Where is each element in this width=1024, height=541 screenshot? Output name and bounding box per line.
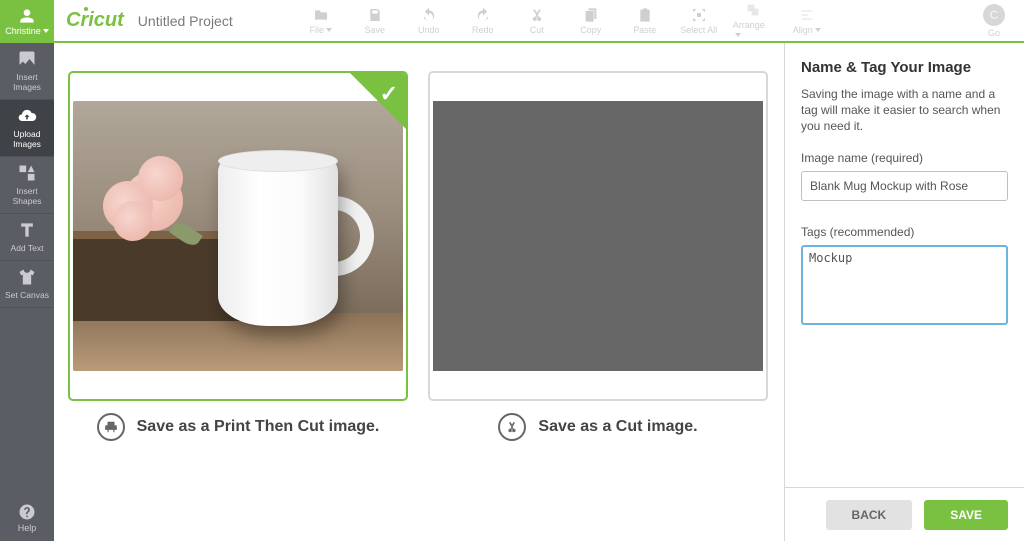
- tb-file[interactable]: File: [301, 7, 341, 35]
- folder-icon: [312, 7, 330, 23]
- undo-icon: [420, 7, 438, 23]
- go-badge-icon: C: [983, 4, 1005, 26]
- copy-icon: [582, 7, 600, 23]
- card-cut-image[interactable]: [428, 71, 768, 401]
- name-tag-panel: Name & Tag Your Image Saving the image w…: [784, 43, 1024, 541]
- sidebar-item-add-text[interactable]: Add Text: [0, 214, 54, 261]
- sidebar-item-upload-images[interactable]: Upload Images: [0, 100, 54, 157]
- card-caption-print: Save as a Print Then Cut image.: [137, 418, 380, 436]
- tb-go[interactable]: C Go: [974, 4, 1014, 38]
- user-name: Christine: [5, 26, 49, 36]
- shapes-icon: [17, 163, 37, 183]
- save-button[interactable]: SAVE: [924, 500, 1008, 530]
- cut-icon: [528, 7, 546, 23]
- sidebar-label: Insert Shapes: [13, 186, 42, 206]
- help-label: Help: [18, 523, 37, 533]
- sidebar-help[interactable]: Help: [0, 503, 54, 541]
- cloud-upload-icon: [17, 106, 37, 126]
- save-disk-icon: [366, 7, 384, 23]
- tb-undo[interactable]: Undo: [409, 7, 449, 35]
- brand-logo: Cricut: [66, 9, 124, 32]
- sidebar-label: Add Text: [11, 243, 44, 253]
- printer-icon: [97, 413, 125, 441]
- sidebar: Christine Insert Images Upload Images In…: [0, 0, 54, 541]
- tb-copy[interactable]: Copy: [571, 7, 611, 35]
- cut-silhouette-preview: [433, 101, 763, 371]
- panel-hint: Saving the image with a name and a tag w…: [801, 86, 1008, 135]
- topbar: Cricut Untitled Project File Save Undo R…: [54, 0, 1024, 43]
- tags-input[interactable]: [801, 245, 1008, 325]
- redo-icon: [474, 7, 492, 23]
- image-name-input[interactable]: [801, 171, 1008, 201]
- sidebar-label: Insert Images: [13, 72, 41, 92]
- tshirt-icon: [17, 267, 37, 287]
- sidebar-item-set-canvas[interactable]: Set Canvas: [0, 261, 54, 308]
- image-icon: [17, 49, 37, 69]
- card-print-then-cut[interactable]: ✓: [68, 71, 408, 401]
- sidebar-item-insert-images[interactable]: Insert Images: [0, 43, 54, 100]
- image-type-chooser: ✓ Save as a Print Then Cut image.: [54, 43, 784, 541]
- check-icon: ✓: [380, 81, 398, 107]
- sidebar-item-insert-shapes[interactable]: Insert Shapes: [0, 157, 54, 214]
- user-icon: [19, 8, 35, 24]
- sidebar-label: Upload Images: [13, 129, 41, 149]
- project-title: Untitled Project: [138, 13, 233, 29]
- mug-mockup-preview: [73, 101, 403, 371]
- panel-footer: BACK SAVE: [785, 487, 1024, 541]
- text-icon: [17, 220, 37, 240]
- tb-select-all[interactable]: Select All: [679, 7, 719, 35]
- tb-arrange[interactable]: Arrange: [733, 2, 773, 40]
- help-icon: [18, 503, 36, 521]
- tb-cut[interactable]: Cut: [517, 7, 557, 35]
- tb-align[interactable]: Align: [787, 7, 827, 35]
- back-button[interactable]: BACK: [826, 500, 913, 530]
- tb-save[interactable]: Save: [355, 7, 395, 35]
- card-caption-cut: Save as a Cut image.: [538, 418, 697, 436]
- sidebar-label: Set Canvas: [5, 290, 49, 300]
- arrange-icon: [744, 2, 762, 18]
- tb-redo[interactable]: Redo: [463, 7, 503, 35]
- panel-title: Name & Tag Your Image: [801, 59, 1008, 76]
- paste-icon: [636, 7, 654, 23]
- user-menu[interactable]: Christine: [0, 0, 54, 43]
- tb-paste[interactable]: Paste: [625, 7, 665, 35]
- name-label: Image name (required): [801, 151, 1008, 165]
- select-all-icon: [690, 7, 708, 23]
- align-icon: [798, 7, 816, 23]
- tags-label: Tags (recommended): [801, 225, 1008, 239]
- scissors-icon: [498, 413, 526, 441]
